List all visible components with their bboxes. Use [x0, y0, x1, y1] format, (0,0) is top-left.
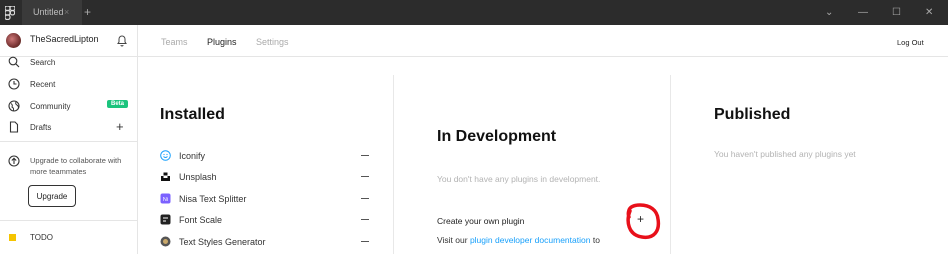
team-color-swatch — [9, 234, 16, 241]
plugin-name: Unsplash — [179, 172, 217, 182]
sidebar-item-label: Recent — [30, 80, 56, 89]
annotation-circle — [626, 203, 661, 240]
column-divider — [670, 75, 671, 254]
tab-plugins[interactable]: Plugins — [207, 37, 237, 47]
development-empty-text: You don't have any plugins in developmen… — [437, 174, 601, 184]
divider — [0, 141, 138, 142]
sidebar-item-search[interactable]: Search — [0, 52, 138, 73]
minus-icon[interactable] — [361, 198, 369, 199]
figma-logo-icon[interactable] — [5, 6, 15, 20]
list-item[interactable]: Text Styles Generator — [160, 233, 370, 253]
nisa-icon: Ni — [160, 193, 171, 204]
sidebar-item-recent[interactable]: Recent — [0, 74, 138, 95]
new-draft-button[interactable]: + — [116, 119, 124, 134]
text-styles-icon — [160, 236, 171, 247]
plugin-docs-link[interactable]: plugin developer documentation — [470, 235, 591, 245]
published-empty-text: You haven't published any plugins yet — [714, 149, 856, 159]
published-heading: Published — [714, 106, 791, 123]
search-icon — [8, 56, 20, 68]
username: TheSacredLipton — [30, 34, 99, 44]
sidebar-item-label: Search — [30, 58, 56, 67]
font-scale-icon — [160, 214, 171, 225]
minus-icon[interactable] — [361, 219, 369, 220]
minus-icon[interactable] — [361, 155, 369, 156]
chevron-down-icon[interactable]: ⌄ — [825, 0, 833, 25]
column-divider — [393, 75, 394, 254]
list-item[interactable]: Iconify — [160, 147, 370, 167]
sidebar-item-community[interactable]: Community Beta — [0, 96, 138, 117]
minus-icon[interactable] — [361, 241, 369, 242]
tab-teams[interactable]: Teams — [161, 37, 188, 47]
new-tab-button[interactable]: + — [84, 0, 91, 24]
list-item[interactable]: Unsplash — [160, 168, 370, 188]
globe-icon — [8, 100, 20, 112]
list-item[interactable]: Font Scale — [160, 211, 370, 231]
upgrade-button[interactable]: Upgrade — [28, 185, 76, 207]
unsplash-icon — [161, 172, 170, 181]
title-bar: Untitled × + ⌄ — ☐ ✕ — [0, 0, 948, 25]
sidebar-item-label: Community — [30, 102, 71, 111]
bell-icon[interactable] — [116, 33, 128, 47]
create-plugin-label: Create your own plugin — [437, 216, 525, 226]
tab-close-icon[interactable]: × — [64, 0, 69, 25]
installed-heading: Installed — [160, 106, 225, 123]
sidebar-item-team-todo[interactable]: TODO — [30, 233, 53, 242]
in-development-heading: In Development — [437, 128, 557, 145]
plugin-name: Font Scale — [179, 215, 223, 225]
docs-prompt: Visit our plugin developer documentation… — [437, 235, 600, 245]
sidebar: TheSacredLipton Search Recent Community … — [0, 25, 138, 254]
file-tab[interactable]: Untitled — [22, 0, 82, 25]
docs-prompt-prefix: Visit our — [437, 235, 468, 245]
minimize-button[interactable]: — — [858, 0, 868, 25]
docs-prompt-suffix: to — [592, 235, 600, 245]
list-item[interactable]: Ni Nisa Text Splitter — [160, 190, 370, 210]
close-window-button[interactable]: ✕ — [925, 0, 933, 25]
upgrade-arrow-icon — [8, 155, 20, 167]
upgrade-prompt: Upgrade to collaborate with more teammat… — [30, 156, 122, 176]
smiley-icon — [160, 150, 171, 161]
plugin-name: Nisa Text Splitter — [179, 194, 247, 204]
top-nav: Teams Plugins Settings Log Out — [138, 25, 948, 57]
plugin-name: Iconify — [179, 151, 206, 161]
file-icon — [9, 121, 19, 133]
minus-icon[interactable] — [361, 176, 369, 177]
divider — [0, 220, 138, 221]
tab-settings[interactable]: Settings — [256, 37, 289, 47]
beta-badge: Beta — [107, 100, 129, 108]
clock-icon — [8, 78, 20, 90]
svg-text:Ni: Ni — [163, 197, 168, 203]
logout-link[interactable]: Log Out — [897, 38, 924, 47]
maximize-button[interactable]: ☐ — [892, 0, 901, 25]
sidebar-item-drafts[interactable]: Drafts + — [0, 117, 138, 138]
file-tab-title: Untitled — [33, 7, 64, 17]
sidebar-item-label: Drafts — [30, 123, 52, 132]
avatar[interactable] — [6, 33, 21, 48]
plugin-name: Text Styles Generator — [179, 237, 266, 247]
